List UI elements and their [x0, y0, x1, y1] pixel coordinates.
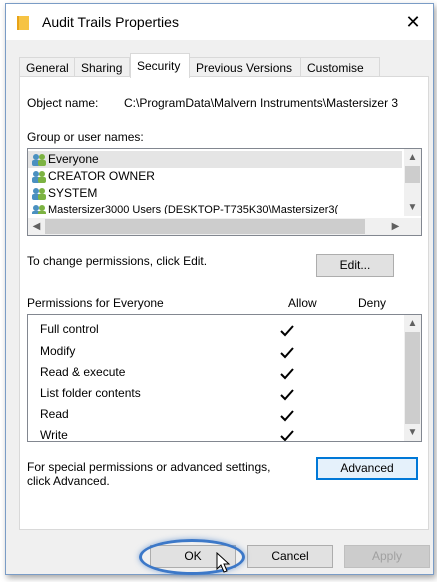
user-row-creator-owner[interactable]: CREATOR OWNER: [28, 168, 402, 185]
check-icon: [280, 389, 294, 401]
user-list-horizontal-scrollbar[interactable]: ◀ ▶: [28, 218, 421, 235]
permission-row: Full control: [40, 322, 99, 336]
title-bar: Audit Trails Properties ✕: [6, 4, 433, 40]
scroll-thumb[interactable]: [45, 219, 365, 234]
group-label: Group or user names:: [27, 130, 144, 144]
check-icon: [280, 430, 294, 441]
users-icon: [32, 171, 46, 183]
deny-header: Deny: [358, 296, 387, 310]
check-icon: [280, 410, 294, 422]
scroll-down-icon[interactable]: ▼: [404, 424, 421, 441]
permission-row: Write: [40, 428, 68, 441]
permission-row: Read: [40, 407, 69, 421]
object-name-label: Object name:: [27, 96, 99, 110]
cancel-button[interactable]: Cancel: [247, 545, 333, 568]
user-name: Mastersizer3000 Users (DESKTOP-T735K30\M…: [48, 204, 339, 214]
permissions-list[interactable]: Full control Modify Read & execute List …: [27, 314, 422, 442]
scroll-right-icon[interactable]: ▶: [387, 218, 404, 235]
security-panel: Object name: C:\ProgramData\Malvern Inst…: [19, 76, 429, 530]
user-name: SYSTEM: [48, 186, 98, 200]
mouse-pointer-icon: [216, 552, 231, 573]
scroll-left-icon[interactable]: ◀: [28, 218, 45, 235]
permission-row: List folder contents: [40, 386, 141, 400]
scroll-down-icon[interactable]: ▼: [404, 199, 421, 216]
tab-strip: General Sharing Security Previous Versio…: [19, 53, 429, 78]
permission-row: Modify: [40, 344, 76, 358]
allow-header: Allow: [288, 296, 317, 310]
user-row-system[interactable]: SYSTEM: [28, 185, 402, 202]
apply-button[interactable]: Apply: [344, 545, 430, 568]
object-name-value: C:\ProgramData\Malvern Instruments\Maste…: [124, 96, 399, 110]
scroll-thumb[interactable]: [405, 166, 420, 183]
user-list[interactable]: Everyone CREATOR OWNER SYSTEM Mastersize…: [27, 148, 422, 236]
check-icon: [280, 325, 294, 337]
tab-general[interactable]: General: [19, 57, 75, 77]
users-icon: [32, 154, 46, 166]
users-icon: [32, 205, 46, 214]
permissions-header: Permissions for Everyone: [27, 296, 164, 310]
folder-icon: [17, 16, 29, 30]
users-icon: [32, 188, 46, 200]
scroll-up-icon[interactable]: ▲: [404, 149, 421, 166]
scroll-thumb[interactable]: [405, 332, 420, 424]
user-row-mastersizer-users[interactable]: Mastersizer3000 Users (DESKTOP-T735K30\M…: [28, 202, 402, 214]
edit-button[interactable]: Edit...: [316, 254, 394, 277]
user-name: CREATOR OWNER: [48, 169, 155, 183]
advanced-button[interactable]: Advanced: [316, 457, 418, 480]
properties-dialog: Audit Trails Properties ✕ General Sharin…: [5, 3, 434, 575]
permissions-vertical-scrollbar[interactable]: ▲ ▼: [404, 315, 421, 441]
window-title: Audit Trails Properties: [42, 14, 179, 30]
tab-sharing[interactable]: Sharing: [74, 57, 130, 77]
scroll-up-icon[interactable]: ▲: [404, 315, 421, 332]
special-permissions-line1: For special permissions or advanced sett…: [27, 460, 271, 474]
user-name: Everyone: [48, 152, 99, 166]
special-permissions-line2: click Advanced.: [27, 474, 110, 488]
change-permissions-text: To change permissions, click Edit.: [27, 254, 208, 268]
tab-customise[interactable]: Customise: [300, 57, 380, 77]
check-icon: [280, 347, 294, 359]
tab-security[interactable]: Security: [130, 53, 190, 78]
check-icon: [280, 368, 294, 380]
permission-row: Read & execute: [40, 365, 126, 379]
close-icon[interactable]: ✕: [393, 4, 433, 40]
user-row-everyone[interactable]: Everyone: [28, 151, 402, 168]
user-list-vertical-scrollbar[interactable]: ▲ ▼: [404, 149, 421, 216]
tab-previous-versions[interactable]: Previous Versions: [189, 57, 301, 77]
